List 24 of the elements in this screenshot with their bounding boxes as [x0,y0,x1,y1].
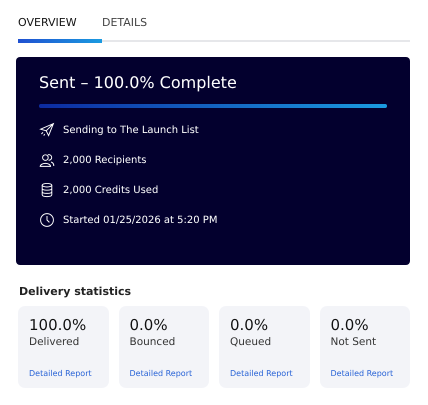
database-icon [39,182,55,198]
stat-label: Not Sent [330,336,378,348]
stat-value: 100.0% [29,316,88,334]
detailed-report-link[interactable]: Detailed Report [130,369,198,378]
stat-label: Queued [230,336,272,348]
status-title: Sent – 100.0% Complete [39,73,238,92]
section-heading: Delivery statistics [19,285,132,298]
info-text: 2,000 Credits Used [63,184,158,196]
tab[interactable]: DETAILS [102,10,186,43]
detailed-report-link[interactable]: Detailed Report [330,369,399,378]
stat-label: Bounced [130,336,176,348]
stat-value: 0.0% [330,316,370,334]
detailed-report-link[interactable]: Detailed Report [230,369,298,378]
tab[interactable]: OVERVIEW [18,10,102,43]
clock-icon [39,212,55,228]
stat-value: 0.0% [130,316,169,334]
detailed-report-link[interactable]: Detailed Report [29,369,98,378]
stat-value: 0.0% [230,316,270,334]
stat-label: Delivered [29,336,80,348]
paper-plane-icon [39,122,55,138]
users-icon [39,152,55,168]
info-text: Sending to The Launch List [63,124,199,136]
info-text: 2,000 Recipients [63,154,146,166]
info-text: Started 01/25/2026 at 5:20 PM [63,214,218,226]
